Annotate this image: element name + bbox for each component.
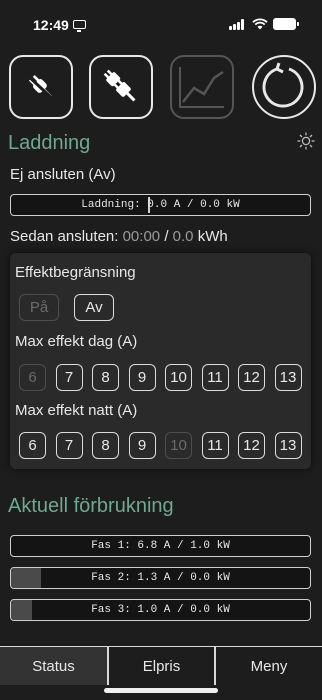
day-limit-option[interactable]: 11 bbox=[201, 364, 229, 391]
power-limit-title: Effektbegränsning bbox=[15, 264, 136, 281]
cellular-signal-icon bbox=[229, 19, 245, 30]
connect-button[interactable] bbox=[89, 55, 153, 119]
refresh-icon bbox=[262, 62, 304, 108]
night-limit-option[interactable]: 7 bbox=[55, 432, 83, 459]
home-indicator bbox=[104, 688, 218, 693]
power-limit-card: Effektbegränsning På Av Max effekt dag (A… bbox=[10, 253, 311, 469]
tab-meny[interactable]: Meny bbox=[216, 647, 322, 685]
phase-bar-label: Fas 2: 1.3 A / 0.0 kW bbox=[91, 572, 230, 584]
day-limit-option[interactable]: 13 bbox=[274, 364, 302, 391]
phase-bar: Fas 2: 1.3 A / 0.0 kW bbox=[10, 567, 311, 589]
night-limit-option[interactable]: 13 bbox=[274, 432, 302, 459]
status-bar: 12:49 bbox=[0, 0, 322, 48]
charging-state: Ej ansluten (Av) bbox=[10, 166, 116, 183]
charging-title: Laddning bbox=[8, 132, 91, 154]
phase-bar: Fas 1: 6.8 A / 1.0 kW bbox=[10, 535, 311, 557]
night-limit-option[interactable]: 10 bbox=[165, 432, 192, 459]
night-limit-option[interactable]: 11 bbox=[201, 432, 229, 459]
sun-icon[interactable] bbox=[297, 132, 315, 150]
status-time: 12:49 bbox=[33, 17, 69, 33]
toggle-option[interactable]: På bbox=[19, 294, 59, 321]
toggle-option[interactable]: Av bbox=[74, 294, 114, 321]
day-limit-option[interactable]: 10 bbox=[165, 364, 192, 391]
day-limit-option[interactable]: 8 bbox=[92, 364, 119, 391]
tab-status[interactable]: Status bbox=[0, 647, 107, 685]
since-time: 00:00 bbox=[122, 228, 161, 245]
line-chart-icon bbox=[179, 67, 224, 108]
refresh-button[interactable] bbox=[252, 55, 316, 119]
since-energy: 0.0 bbox=[172, 228, 194, 245]
since-connected: Sedan ansluten: 00:00 / 0.0 kWh bbox=[10, 228, 228, 245]
tab-elpris[interactable]: Elpris bbox=[109, 647, 214, 685]
wifi-icon bbox=[252, 18, 268, 30]
phase-bar-label: Fas 1: 6.8 A / 1.0 kW bbox=[91, 540, 230, 552]
charging-bar-label: Laddning: 0.0 A / 0.0 kW bbox=[81, 199, 240, 211]
day-limit-option[interactable]: 9 bbox=[128, 364, 156, 391]
night-limit-option[interactable]: 9 bbox=[128, 432, 156, 459]
plug-disconnect-icon bbox=[25, 73, 57, 103]
screen-mirror-icon bbox=[73, 20, 86, 32]
consumption-title: Aktuell förbrukning bbox=[8, 495, 174, 517]
phase-bar: Fas 3: 1.0 A / 0.0 kW bbox=[10, 599, 311, 621]
night-limit-option[interactable]: 12 bbox=[238, 432, 265, 459]
since-unit: kWh bbox=[197, 228, 228, 245]
day-limit-option[interactable]: 7 bbox=[55, 364, 83, 391]
since-label: Sedan ansluten: bbox=[10, 228, 119, 245]
night-limit-option[interactable]: 6 bbox=[19, 432, 46, 459]
charging-bar: Laddning: 0.0 A / 0.0 kW bbox=[10, 194, 311, 216]
chart-button[interactable] bbox=[170, 55, 234, 119]
day-limit-label: Max effekt dag (A) bbox=[15, 333, 138, 350]
day-limit-option[interactable]: 12 bbox=[238, 364, 265, 391]
night-limit-label: Max effekt natt (A) bbox=[15, 402, 138, 419]
disconnect-button[interactable] bbox=[9, 55, 73, 119]
battery-icon bbox=[273, 18, 299, 30]
plug-connect-icon bbox=[103, 69, 136, 102]
day-limit-option[interactable]: 6 bbox=[19, 364, 46, 391]
night-limit-option[interactable]: 8 bbox=[92, 432, 119, 459]
since-sep: / bbox=[164, 228, 169, 245]
phase-bar-label: Fas 3: 1.0 A / 0.0 kW bbox=[91, 604, 230, 616]
